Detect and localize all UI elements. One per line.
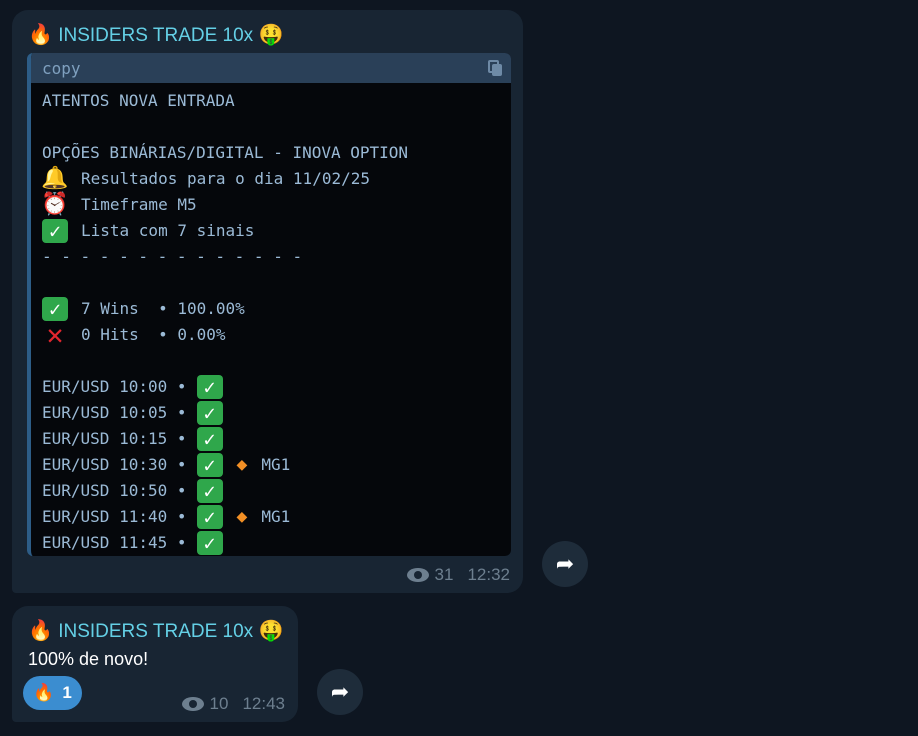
code-body: ATENTOS NOVA ENTRADA OPÇÕES BINÁRIAS/DIGI… <box>31 83 511 556</box>
message-meta: 31 12:32 <box>406 565 510 585</box>
copy-label[interactable]: copy <box>42 59 81 78</box>
alarm-clock-icon: ⏰ <box>41 192 69 217</box>
code-line: ⏰ Timeframe M5 <box>41 192 499 218</box>
sender-label: INSIDERS TRADE 10x <box>58 25 254 46</box>
share-arrow-icon: ➦ <box>555 551 575 576</box>
bell-icon: 🔔 <box>41 166 69 191</box>
signal-note: MG1 <box>261 507 291 526</box>
code-line-text: - - - - - - - - - - - - - - <box>42 247 303 266</box>
code-line-text: 7 Wins • 100.00% <box>81 299 245 318</box>
check-mark-icon: ✓ <box>196 479 223 503</box>
code-line: OPÇÕES BINÁRIAS/DIGITAL - INOVA OPTION <box>42 140 499 166</box>
code-line: ATENTOS NOVA ENTRADA <box>42 88 499 114</box>
code-line-text: Lista com 7 sinais <box>81 221 255 240</box>
code-line: ✕ 0 Hits • 0.00% <box>42 318 499 351</box>
forward-button[interactable]: ➦ <box>317 669 363 715</box>
eye-icon <box>406 568 429 582</box>
signal-row: EUR/USD 11:40 • ✓ ◆ MG1 <box>42 504 499 530</box>
fire-emoji-icon: 🔥 <box>28 24 53 46</box>
money-mouth-emoji-icon: 🤑 <box>258 620 284 642</box>
reaction-button[interactable]: 🔥 1 <box>23 676 82 710</box>
check-mark-icon: ✓ <box>196 505 223 529</box>
message-meta: 10 12:43 <box>181 694 285 714</box>
message-time: 12:32 <box>467 565 510 584</box>
forward-button[interactable]: ➦ <box>542 541 588 587</box>
orange-diamond-icon: ◆ <box>236 506 248 527</box>
signal-row: EUR/USD 10:50 • ✓ <box>42 478 499 504</box>
check-mark-icon: ✓ <box>196 401 223 425</box>
signal-text: EUR/USD 10:15 • <box>42 429 187 448</box>
views-count: 31 <box>434 565 454 584</box>
eye-icon <box>181 697 204 711</box>
reaction-count: 1 <box>62 683 72 702</box>
signal-row: EUR/USD 11:45 • ✓ <box>42 530 499 556</box>
cross-mark-icon: ✕ <box>46 318 64 351</box>
orange-diamond-icon: ◆ <box>236 454 248 475</box>
signal-text: EUR/USD 10:00 • <box>42 377 187 396</box>
sender-name[interactable]: 🔥 INSIDERS TRADE 10x 🤑 <box>28 22 283 47</box>
fire-reaction-icon: 🔥 <box>33 683 55 702</box>
code-line: ✓ Lista com 7 sinais <box>42 218 499 244</box>
code-line: ✓ 7 Wins • 100.00% <box>42 296 499 322</box>
message-text: 100% de novo! <box>28 649 149 669</box>
message-bubble-2[interactable]: 🔥 INSIDERS TRADE 10x 🤑 100% de novo! 🔥 1… <box>12 606 298 722</box>
fire-emoji-icon: 🔥 <box>28 620 53 642</box>
views-counter: 31 <box>406 565 454 585</box>
code-line-text: 0 Hits • 0.00% <box>81 325 226 344</box>
code-line: 🔔 Resultados para o dia 11/02/25 <box>41 166 499 192</box>
signal-text: EUR/USD 11:40 • <box>42 507 187 526</box>
message-bubble-1[interactable]: 🔥 INSIDERS TRADE 10x 🤑 copy ATENTOS NOVA… <box>12 10 523 593</box>
signal-text: EUR/USD 10:30 • <box>42 455 187 474</box>
sender-name[interactable]: 🔥 INSIDERS TRADE 10x 🤑 <box>28 618 283 643</box>
signal-row: EUR/USD 10:05 • ✓ <box>42 400 499 426</box>
code-line-text: Timeframe M5 <box>81 195 197 214</box>
signal-text: EUR/USD 10:50 • <box>42 481 187 500</box>
copy-icon[interactable] <box>487 59 503 77</box>
check-mark-icon: ✓ <box>196 427 223 451</box>
signal-row: EUR/USD 10:15 • ✓ <box>42 426 499 452</box>
code-line-text: ATENTOS NOVA ENTRADA <box>42 91 235 110</box>
code-block-header: copy <box>31 53 511 83</box>
message-time: 12:43 <box>242 694 285 713</box>
code-line-text: OPÇÕES BINÁRIAS/DIGITAL - INOVA OPTION <box>42 143 409 162</box>
signal-row: EUR/USD 10:30 • ✓ ◆ MG1 <box>42 452 499 478</box>
code-line-text: Resultados para o dia 11/02/25 <box>81 169 370 188</box>
money-mouth-emoji-icon: 🤑 <box>258 24 284 46</box>
check-mark-icon: ✓ <box>196 531 223 555</box>
code-block: copy ATENTOS NOVA ENTRADA OPÇÕES BINÁRIAS… <box>27 53 511 556</box>
signal-note: MG1 <box>261 455 291 474</box>
signal-row: EUR/USD 10:00 • ✓ <box>42 374 499 400</box>
check-mark-icon: ✓ <box>196 375 223 399</box>
share-arrow-icon: ➦ <box>330 679 350 704</box>
check-mark-icon: ✓ <box>42 219 68 243</box>
code-line: - - - - - - - - - - - - - - <box>42 244 499 270</box>
signal-text: EUR/USD 10:05 • <box>42 403 187 422</box>
sender-label: INSIDERS TRADE 10x <box>58 621 254 642</box>
check-mark-icon: ✓ <box>196 453 223 477</box>
views-count: 10 <box>209 694 229 713</box>
views-counter: 10 <box>181 694 229 714</box>
signal-text: EUR/USD 11:45 • <box>42 533 187 552</box>
